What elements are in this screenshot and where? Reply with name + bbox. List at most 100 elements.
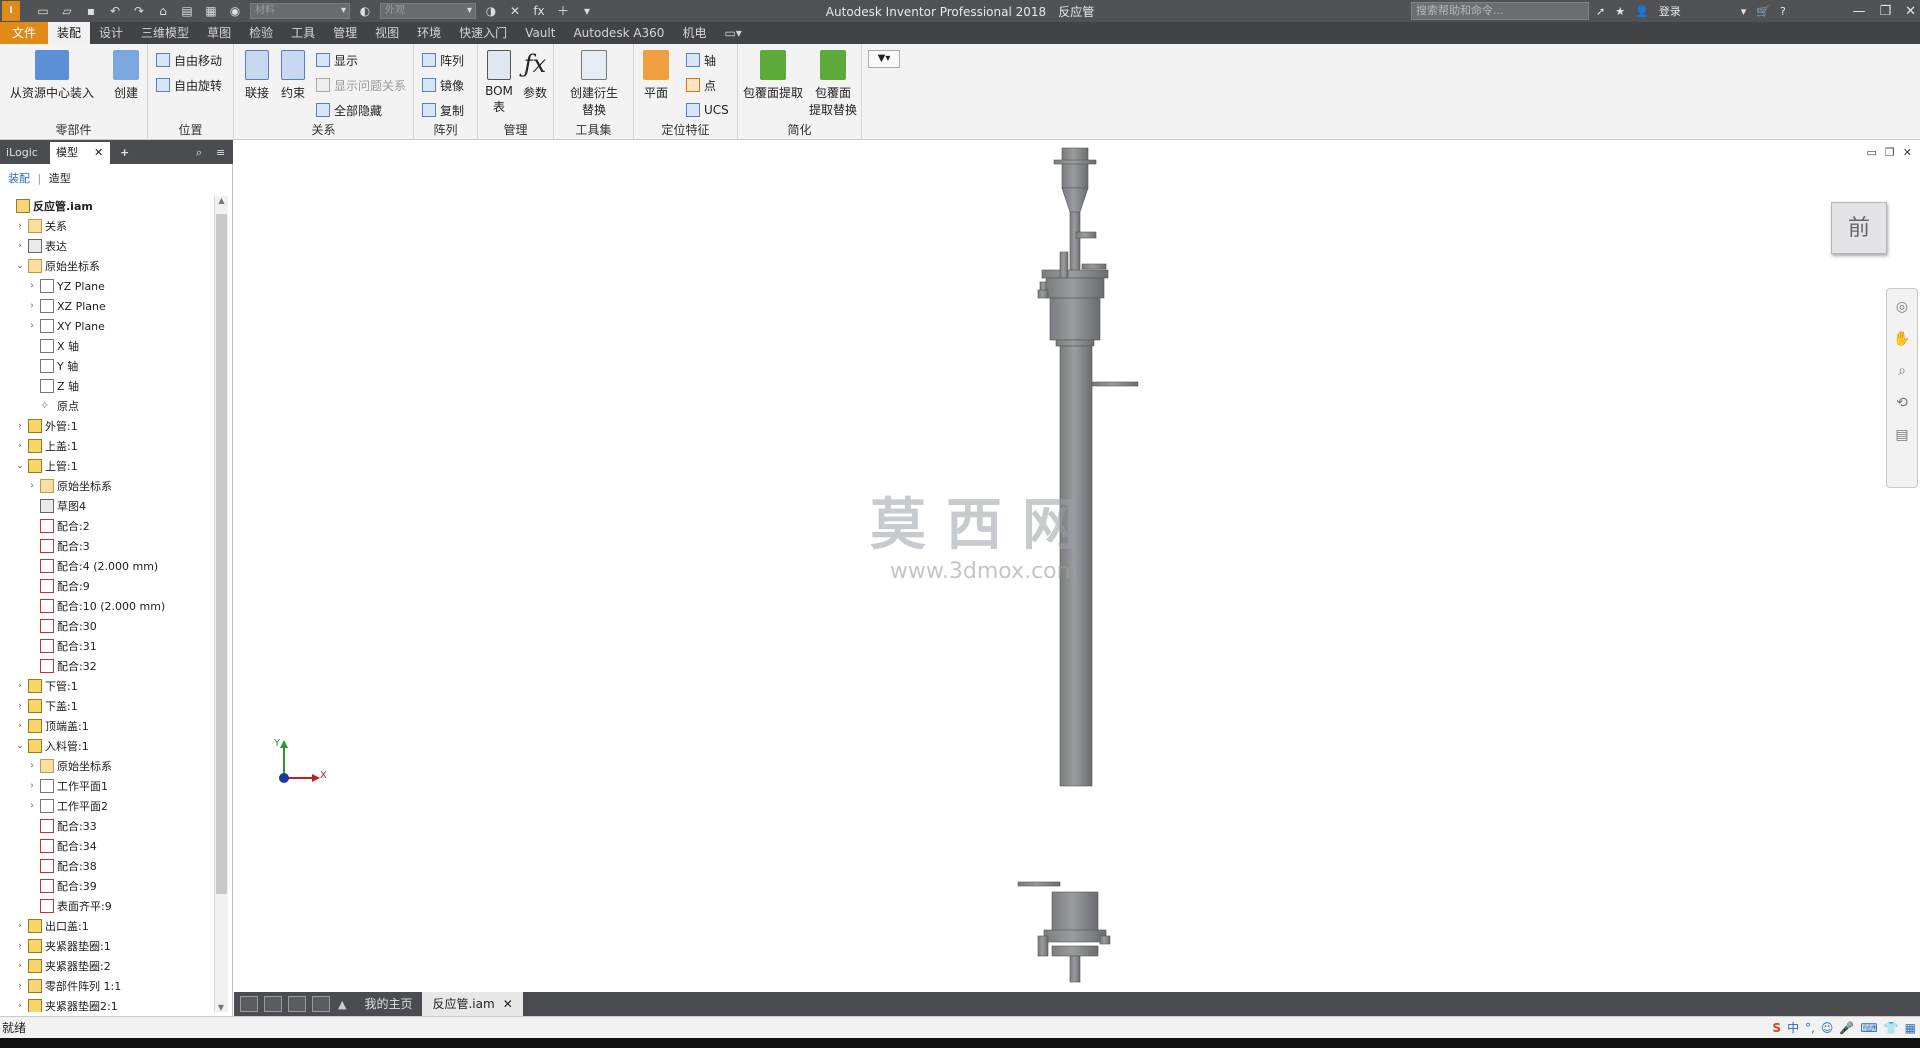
tree-node[interactable]: ⌄ 原始坐标系 (0, 256, 213, 276)
tree-node[interactable]: › 出口盖:1 (0, 916, 213, 936)
tab-sketch[interactable]: 草图 (198, 22, 240, 44)
panel-label-productivity[interactable]: 工具集 (554, 121, 633, 138)
expand-toggle[interactable]: › (26, 301, 38, 311)
expand-toggle[interactable]: › (26, 281, 38, 291)
tree-node[interactable]: › 夹紧器垫圈:2 (0, 956, 213, 976)
expand-toggle[interactable]: › (14, 421, 26, 431)
tile-horizontal-icon[interactable] (288, 996, 306, 1012)
mode-modeling[interactable]: 造型 (49, 172, 71, 185)
tree-node[interactable]: 配合:4 (2.000 mm) (0, 556, 213, 576)
expand-toggle[interactable]: › (14, 941, 26, 951)
tab-my-home[interactable]: 我的主页 (354, 992, 422, 1016)
mirror-button[interactable]: 镜像 (422, 75, 464, 95)
save-icon[interactable]: ▪ (82, 3, 100, 19)
tree-node[interactable]: 配合:3 (0, 536, 213, 556)
tree-node[interactable]: 配合:31 (0, 636, 213, 656)
scrollbar-thumb[interactable] (216, 214, 227, 894)
tab-view[interactable]: 视图 (366, 22, 408, 44)
tree-node[interactable]: 配合:33 (0, 816, 213, 836)
tab-inspect[interactable]: 检验 (240, 22, 282, 44)
pattern-button[interactable]: 阵列 (422, 50, 464, 70)
search-icon[interactable]: ⌕ (190, 142, 208, 164)
tree-node[interactable]: 配合:10 (2.000 mm) (0, 596, 213, 616)
keyboard-icon[interactable]: ⌨ (1860, 1017, 1877, 1039)
tree-node[interactable]: ⌄ 入料管:1 (0, 736, 213, 756)
emoji-icon[interactable]: ☺ (1821, 1017, 1834, 1039)
expand-toggle[interactable]: ⌄ (14, 261, 26, 271)
update-icon[interactable]: ◉ (226, 3, 244, 19)
material-combo[interactable]: 材料 (250, 3, 350, 19)
doc-list-icon[interactable]: ▲ (338, 998, 346, 1011)
tree-node[interactable]: 配合:2 (0, 516, 213, 536)
punct-icon[interactable]: °, (1805, 1017, 1815, 1039)
home-icon[interactable]: ⌂ (154, 3, 172, 19)
point-button[interactable]: 点 (686, 75, 716, 95)
free-rotate-button[interactable]: 自由旋转 (156, 75, 222, 95)
search-input[interactable]: 搜索帮助和命令... (1411, 2, 1589, 20)
panel-label-simplification[interactable]: 简化 (738, 121, 861, 138)
shrinkwrap-button[interactable]: 包覆面提取 (742, 50, 804, 101)
tab-get-started[interactable]: 快速入门 (450, 22, 516, 44)
joint-button[interactable]: 联接 (240, 50, 274, 101)
pan-icon[interactable]: ✋ (1892, 331, 1912, 351)
shrinkwrap-substitute-button[interactable]: 包覆面 提取替换 (806, 50, 860, 118)
redo-icon[interactable]: ↷ (130, 3, 148, 19)
tree-node[interactable]: › 表达 (0, 236, 213, 256)
tab-document[interactable]: 反应管.iam ✕ (422, 992, 523, 1016)
expand-toggle[interactable]: › (14, 921, 26, 931)
panel-label-work-features[interactable]: 定位特征 (634, 121, 737, 138)
hide-all-button[interactable]: 全部隐藏 (316, 100, 382, 120)
close-icon[interactable]: ✕ (1905, 4, 1916, 19)
tree-node[interactable]: 配合:38 (0, 856, 213, 876)
tree-node[interactable]: 草图4 (0, 496, 213, 516)
parameters-button[interactable]: ƒx 参数 (518, 50, 552, 101)
inventor-app-icon[interactable]: I PRO (2, 1, 23, 36)
tree-node[interactable]: Z 轴 (0, 376, 213, 396)
mode-assembly[interactable]: 装配 (8, 172, 30, 185)
print-icon[interactable]: ▤ (178, 3, 196, 19)
measure-icon[interactable]: ＋ (554, 3, 572, 19)
expand-toggle[interactable]: ⌄ (14, 741, 26, 751)
tree-node[interactable]: Y 轴 (0, 356, 213, 376)
expand-toggle[interactable]: › (26, 801, 38, 811)
tree-node[interactable]: ⌄ 上管:1 (0, 456, 213, 476)
expand-toggle[interactable]: › (14, 1001, 26, 1011)
undo-icon[interactable]: ↶ (106, 3, 124, 19)
zoom-icon[interactable]: ⌕ (1892, 363, 1912, 383)
ime-icon[interactable]: S (1772, 1017, 1781, 1039)
tab-environments[interactable]: 环境 (408, 22, 450, 44)
show-sick-button[interactable]: 显示问题关系 (316, 75, 406, 95)
tab-more-icon[interactable]: ▭▾ (715, 22, 750, 44)
expand-toggle[interactable]: › (14, 701, 26, 711)
tile-vertical-icon[interactable] (312, 996, 330, 1012)
close-doc-icon[interactable]: ✕ (503, 997, 513, 1011)
cart-icon[interactable]: 🛒 (1756, 5, 1770, 18)
clear-icon[interactable]: ✕ (506, 3, 524, 19)
tree-node[interactable]: 配合:9 (0, 576, 213, 596)
expand-toggle[interactable]: › (26, 321, 38, 331)
tab-electromechanical[interactable]: 机电 (673, 22, 715, 44)
tree-node[interactable]: › 下管:1 (0, 676, 213, 696)
user-icon[interactable]: 👤 (1635, 5, 1649, 18)
menu-icon[interactable]: ≡ (210, 142, 231, 164)
mic-icon[interactable]: 🎤 (1839, 1017, 1854, 1039)
tree-node[interactable]: › 工作平面2 (0, 796, 213, 816)
show-button[interactable]: 显示 (316, 50, 358, 70)
favorites-icon[interactable]: ★ (1615, 5, 1625, 18)
tree-node[interactable]: › 关系 (0, 216, 213, 236)
steering-wheel-icon[interactable]: ◎ (1892, 299, 1912, 319)
create-button[interactable]: 创建 (108, 50, 144, 101)
restore-icon[interactable]: ❐ (1879, 4, 1891, 19)
close-tab-icon[interactable]: ✕ (94, 146, 103, 159)
tree-node[interactable]: 配合:39 (0, 876, 213, 896)
tab-design[interactable]: 设计 (90, 22, 132, 44)
tree-node[interactable]: › 夹紧器垫圈2:1 (0, 996, 213, 1012)
tab-3d-model[interactable]: 三维模型 (132, 22, 198, 44)
tree-node[interactable]: › 夹紧器垫圈:1 (0, 936, 213, 956)
place-from-cc-button[interactable]: 从资源中心装入 (10, 50, 94, 101)
adjust-icon[interactable]: ◑ (482, 3, 500, 19)
expand-toggle[interactable]: › (26, 481, 38, 491)
tree-node[interactable]: 反应管.iam (0, 196, 213, 216)
copy-button[interactable]: 复制 (422, 100, 464, 120)
tab-manage[interactable]: 管理 (324, 22, 366, 44)
